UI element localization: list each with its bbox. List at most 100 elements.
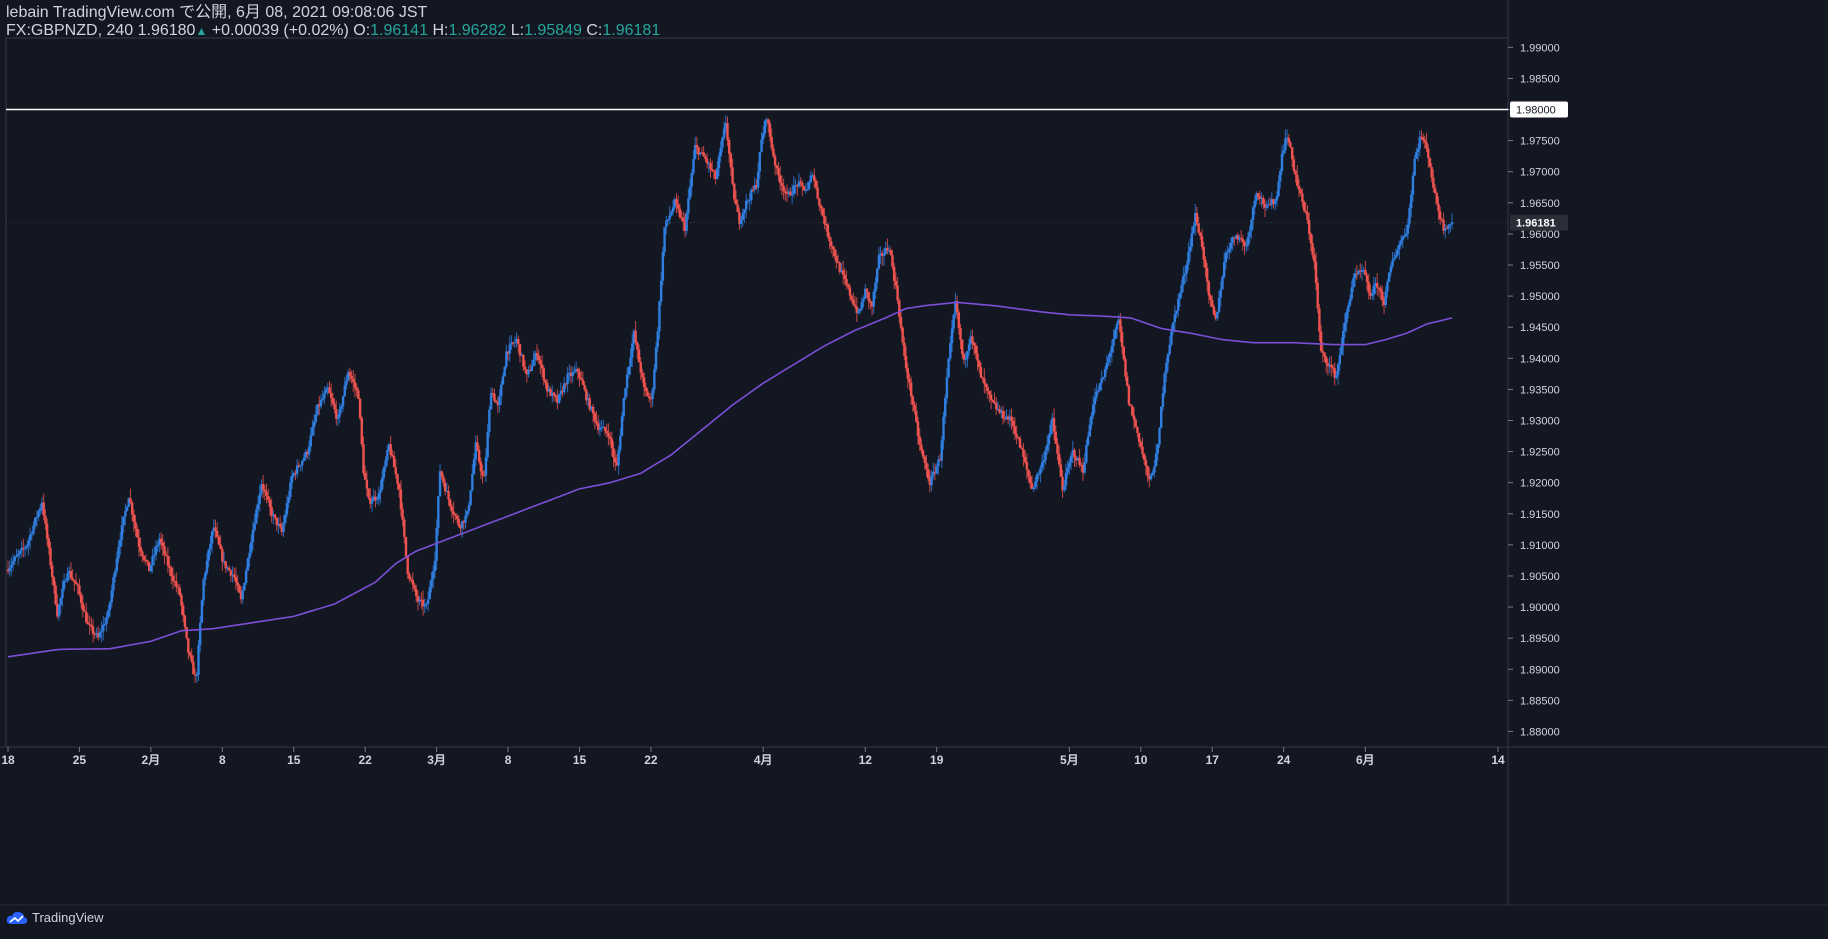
candle-body	[799, 181, 802, 183]
candle-body	[858, 308, 862, 312]
candle-body	[1035, 474, 1039, 482]
candle-body	[1290, 147, 1294, 160]
candle-body	[819, 205, 823, 209]
candle-body	[117, 546, 120, 559]
candle-body	[923, 456, 926, 463]
candle-body	[1088, 424, 1091, 437]
candle-body	[1034, 481, 1037, 488]
candle-body	[634, 330, 637, 343]
candle-body	[631, 343, 634, 358]
candle-body	[1112, 338, 1115, 346]
candle-body	[804, 190, 807, 192]
candle-body	[202, 579, 205, 601]
candle-body	[935, 466, 938, 474]
candle-body	[610, 438, 614, 449]
candle-body	[466, 511, 469, 516]
candle-body	[1078, 457, 1081, 465]
candle-body	[408, 573, 411, 579]
candle-body	[1066, 467, 1069, 473]
candle-body	[413, 584, 416, 589]
candle-body	[1170, 331, 1173, 345]
candle-body	[872, 291, 875, 307]
candle-body	[83, 610, 86, 612]
high-label: H:	[432, 22, 449, 39]
candle-body	[66, 573, 69, 581]
candle-body	[258, 493, 261, 504]
candle-body	[962, 354, 966, 360]
candle-body	[1063, 485, 1066, 491]
candle-body	[573, 371, 576, 373]
candle-body	[71, 577, 74, 581]
y-tick-label: 1.92500	[1520, 447, 1560, 459]
candle-body	[1013, 426, 1017, 434]
candle-body	[867, 292, 870, 301]
symbol-label[interactable]: FX:GBPNZD, 240	[6, 22, 133, 39]
candle-body	[952, 314, 955, 329]
candle-body	[517, 338, 520, 345]
candle-body	[246, 558, 250, 571]
candle-body	[340, 406, 343, 409]
candle-body	[535, 353, 539, 356]
candle-body	[285, 502, 289, 515]
candle-body	[1085, 444, 1088, 463]
candle-body	[642, 377, 646, 388]
candle-body	[710, 168, 714, 171]
candle-body	[1110, 345, 1114, 353]
candle-body	[207, 549, 210, 561]
candle-body	[301, 460, 304, 466]
candle-body	[1297, 185, 1301, 190]
candle-body	[1301, 193, 1304, 202]
candle-body	[576, 368, 580, 372]
y-tick-label: 1.95500	[1520, 260, 1560, 272]
candle-body	[241, 590, 244, 600]
candle-body	[901, 327, 904, 343]
candle-body	[1433, 187, 1437, 194]
publish-info: lebain TradingView.com で公開, 6月 08, 2021 …	[6, 4, 428, 21]
chart-canvas[interactable]: 1.99000 1.98500 1.98000 1.97500 1.97000 1.965…	[0, 0, 1828, 939]
candle-body	[129, 498, 132, 503]
candle-body	[1381, 291, 1384, 301]
candle-body	[675, 199, 678, 205]
candle-body	[760, 139, 763, 153]
candle-body	[918, 436, 921, 445]
candle-body	[1437, 203, 1440, 212]
candle-body	[1151, 472, 1154, 476]
candle-body	[331, 398, 335, 404]
candle-body	[1399, 240, 1403, 245]
candle-body	[777, 168, 780, 176]
candle-body	[1134, 419, 1137, 427]
candle-body	[530, 366, 534, 371]
candle-body	[1415, 152, 1418, 159]
candle-body	[108, 602, 112, 610]
candle-body	[983, 378, 986, 384]
candle-body	[758, 152, 762, 172]
candle-body	[1330, 364, 1333, 368]
candle-body	[323, 393, 326, 399]
candle-body	[637, 349, 641, 363]
x-tick-label: 14	[1491, 753, 1505, 767]
candle-body	[450, 506, 454, 512]
candle-body	[532, 359, 535, 367]
candle-body	[469, 490, 472, 505]
footer-brand[interactable]: TradingView	[6, 910, 104, 925]
candle-body	[692, 158, 695, 174]
candle-body	[658, 301, 661, 332]
candle-body	[1098, 383, 1102, 391]
candle-body	[244, 570, 248, 583]
candle-body	[1086, 436, 1090, 445]
candle-body	[1294, 170, 1297, 176]
open-value: 1.96141	[370, 22, 428, 39]
candle-body	[1042, 460, 1046, 463]
candle-body	[433, 560, 437, 572]
candle-body	[739, 219, 743, 225]
candle-body	[168, 565, 171, 568]
candle-body	[961, 339, 964, 355]
candle-body	[256, 503, 260, 510]
candle-body	[251, 530, 255, 543]
candle-body	[620, 416, 624, 436]
candle-body	[1289, 142, 1292, 148]
candle-body	[1323, 352, 1326, 357]
candle-body	[64, 580, 68, 582]
candle-body	[76, 584, 79, 586]
candle-body	[153, 554, 156, 557]
